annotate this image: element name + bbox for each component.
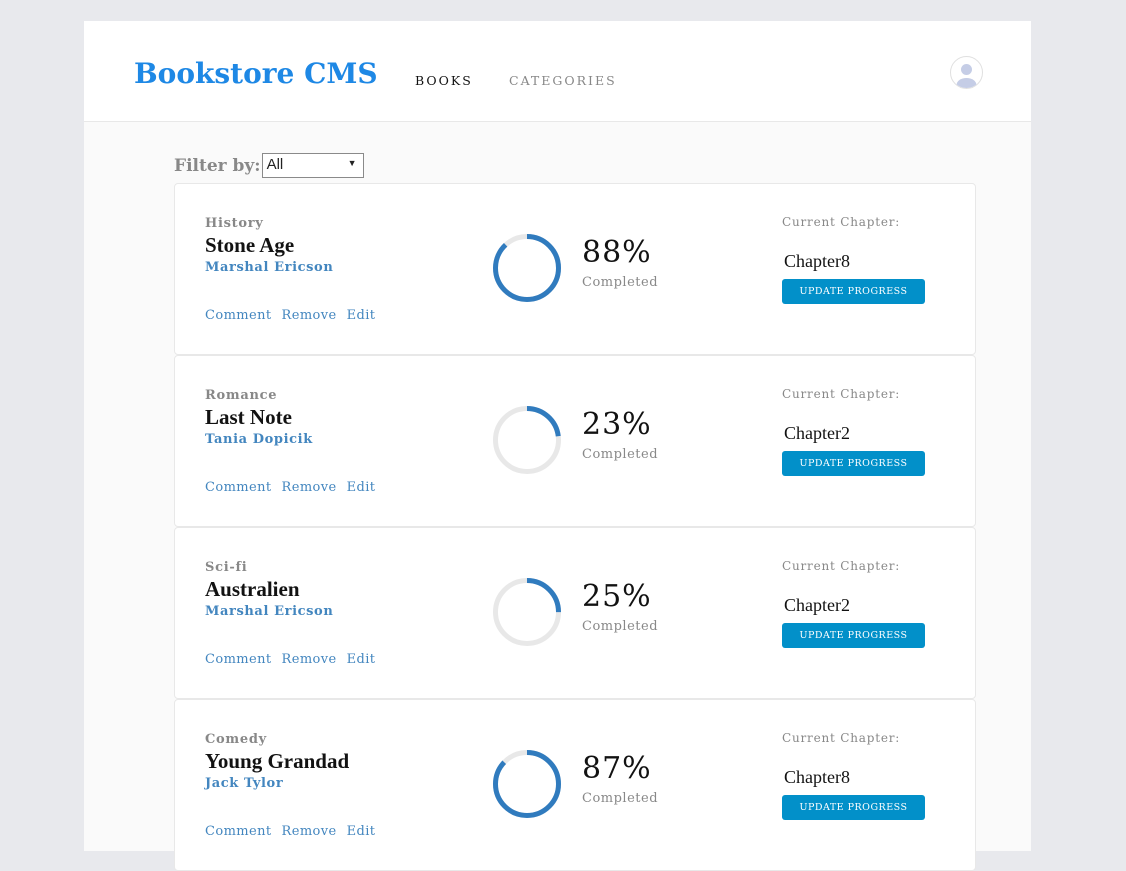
edit-link[interactable]: Edit: [347, 824, 376, 839]
book-title: Young Grandad: [205, 749, 350, 773]
book-card: Romance Last Note Tania Dopicik Comment R…: [174, 355, 976, 527]
comment-link[interactable]: Comment: [205, 824, 272, 839]
book-author: Jack Tylor: [205, 776, 284, 791]
update-progress-button[interactable]: UPDATE PROGRESS: [782, 279, 925, 304]
progress-ring-arc: [493, 234, 561, 302]
app-panel: Bookstore CMS BOOKS CATEGORIES Filter by…: [84, 21, 1031, 871]
current-chapter-label: Current Chapter:: [782, 215, 901, 229]
brand-logo[interactable]: Bookstore CMS: [134, 57, 378, 90]
book-card: Sci-fi Australien Marshal Ericson Commen…: [174, 527, 976, 699]
edit-link[interactable]: Edit: [347, 480, 376, 495]
edit-link[interactable]: Edit: [347, 652, 376, 667]
book-title: Last Note: [205, 405, 292, 429]
book-category: Romance: [205, 388, 278, 403]
current-chapter: Chapter2: [784, 423, 850, 443]
user-avatar[interactable]: [950, 56, 983, 89]
book-category: History: [205, 216, 264, 231]
remove-link[interactable]: Remove: [282, 308, 337, 323]
progress-ring: [493, 406, 561, 474]
current-chapter-label: Current Chapter:: [782, 387, 901, 401]
current-chapter-label: Current Chapter:: [782, 731, 901, 745]
filter-bar: Filter by: All ▼: [174, 153, 364, 178]
comment-link[interactable]: Comment: [205, 652, 272, 667]
remove-link[interactable]: Remove: [282, 480, 337, 495]
book-author: Marshal Ericson: [205, 604, 334, 619]
progress-percent: 25%: [582, 579, 652, 614]
filter-selected-value: All: [266, 156, 284, 173]
update-progress-button[interactable]: UPDATE PROGRESS: [782, 451, 925, 476]
remove-link[interactable]: Remove: [282, 824, 337, 839]
book-card: Comedy Young Grandad Jack Tylor Comment R…: [174, 699, 976, 871]
book-actions: Comment Remove Edit: [205, 308, 385, 323]
book-card: History Stone Age Marshal Ericson Commen…: [174, 183, 976, 355]
progress-percent: 88%: [582, 235, 652, 270]
book-title: Australien: [205, 577, 300, 601]
book-actions: Comment Remove Edit: [205, 652, 385, 667]
user-icon: [956, 64, 977, 88]
edit-link[interactable]: Edit: [347, 308, 376, 323]
book-actions: Comment Remove Edit: [205, 824, 385, 839]
nav-books[interactable]: BOOKS: [415, 73, 473, 88]
progress-ring: [493, 234, 561, 302]
remove-link[interactable]: Remove: [282, 652, 337, 667]
book-category: Sci-fi: [205, 560, 248, 575]
book-author: Marshal Ericson: [205, 260, 334, 275]
progress-ring: [493, 578, 561, 646]
current-chapter: Chapter8: [784, 251, 850, 271]
book-category: Comedy: [205, 732, 267, 747]
progress-completed-label: Completed: [582, 619, 659, 634]
progress-completed-label: Completed: [582, 447, 659, 462]
current-chapter: Chapter8: [784, 767, 850, 787]
nav-categories[interactable]: CATEGORIES: [509, 73, 617, 88]
chevron-down-icon: ▼: [347, 158, 357, 168]
book-actions: Comment Remove Edit: [205, 480, 385, 495]
current-chapter-label: Current Chapter:: [782, 559, 901, 573]
update-progress-button[interactable]: UPDATE PROGRESS: [782, 795, 925, 820]
progress-percent: 87%: [582, 751, 652, 786]
current-chapter: Chapter2: [784, 595, 850, 615]
progress-percent: 23%: [582, 407, 652, 442]
header: Bookstore CMS BOOKS CATEGORIES: [84, 21, 1031, 122]
book-title: Stone Age: [205, 233, 295, 257]
filter-select[interactable]: All ▼: [261, 153, 364, 178]
progress-ring: [493, 750, 561, 818]
progress-completed-label: Completed: [582, 275, 659, 290]
comment-link[interactable]: Comment: [205, 480, 272, 495]
progress-completed-label: Completed: [582, 791, 659, 806]
book-author: Tania Dopicik: [205, 432, 313, 447]
update-progress-button[interactable]: UPDATE PROGRESS: [782, 623, 925, 648]
filter-label: Filter by:: [174, 155, 261, 176]
comment-link[interactable]: Comment: [205, 308, 272, 323]
